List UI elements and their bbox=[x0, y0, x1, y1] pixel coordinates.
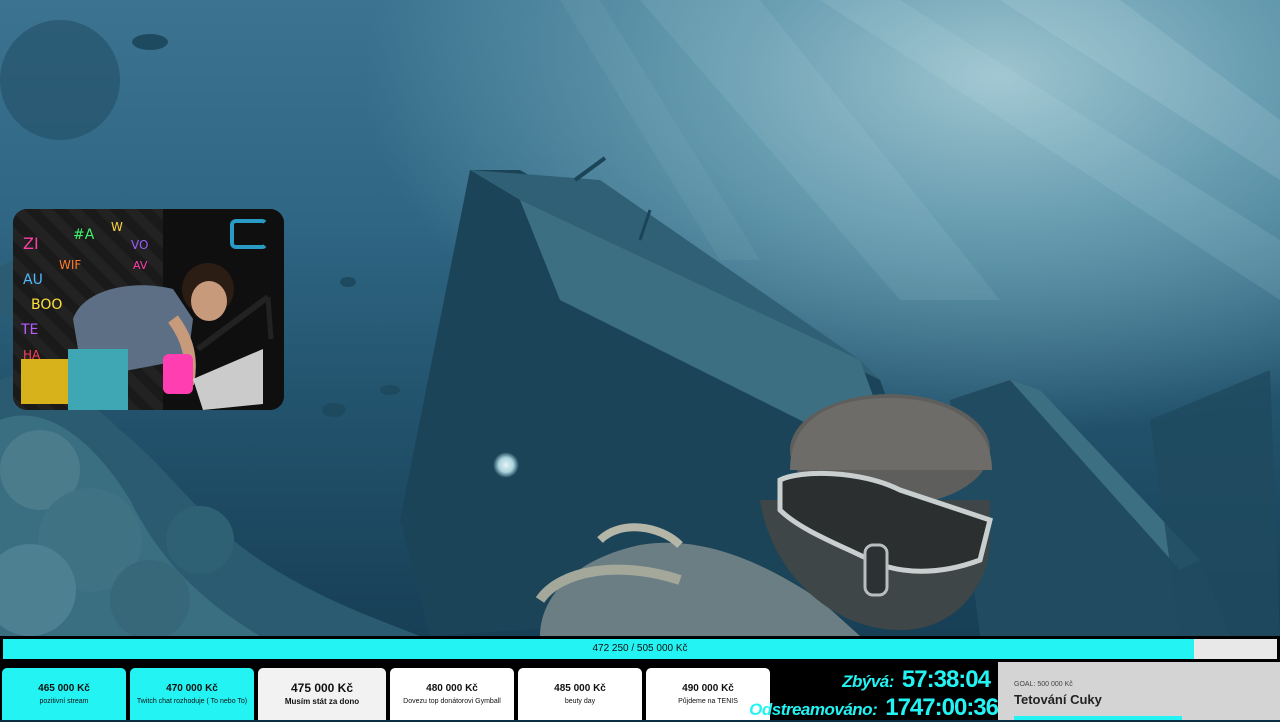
webcam-overlay: ZI #A W AU WIF BOO TE HA VO AV bbox=[13, 209, 284, 410]
progress-track: 472 250 / 505 000 Kč bbox=[3, 639, 1277, 659]
remaining-value: 57:38:04 bbox=[901, 666, 991, 693]
main-goal-box: GOAL: 500 000 Kč Tetování Cuky bbox=[998, 662, 1280, 720]
remaining-label: Zbývá: bbox=[842, 672, 894, 691]
goal-description: Musím stát za dono bbox=[284, 697, 360, 706]
progress-label: 472 250 / 505 000 Kč bbox=[592, 643, 688, 654]
goal-description: Půjdeme na TENIS bbox=[678, 698, 738, 705]
goal-card: 480 000 Kč Dovezu top donátorovi Gymball bbox=[390, 668, 514, 720]
goal-description: pozitivní stream bbox=[39, 698, 89, 705]
streamed-label: Odstreamováno: bbox=[749, 700, 878, 719]
bottom-info-strip: 465 000 Kč pozitivní stream 470 000 Kč T… bbox=[0, 662, 1280, 721]
main-goal-amount: GOAL: 500 000 Kč bbox=[1014, 681, 1073, 688]
goal-description: Twitch chat rozhoduje ( To nebo To) bbox=[136, 698, 248, 705]
streamed-value: 1747:00:36 bbox=[885, 694, 999, 721]
main-goal-bar bbox=[1014, 716, 1182, 720]
streamed-timer: Odstreamováno: 1747:00:36 bbox=[749, 694, 999, 721]
goal-card: 485 000 Kč beuty day bbox=[518, 668, 642, 720]
donation-progress-bar: 472 250 / 505 000 Kč bbox=[0, 636, 1280, 662]
goal-card-current: 475 000 Kč Musím stát za dono bbox=[258, 668, 386, 720]
goal-amount: 470 000 Kč bbox=[166, 683, 218, 694]
stream-timers: Zbývá: 57:38:04 Odstreamováno: 1747:00:36 bbox=[749, 664, 999, 721]
goal-amount: 465 000 Kč bbox=[38, 683, 90, 694]
goal-amount: 480 000 Kč bbox=[426, 683, 478, 694]
goal-amount: 490 000 Kč bbox=[682, 683, 734, 694]
goal-description: Dovezu top donátorovi Gymball bbox=[403, 698, 501, 705]
main-goal-title: Tetování Cuky bbox=[1014, 692, 1102, 707]
goal-amount: 485 000 Kč bbox=[554, 683, 606, 694]
remaining-timer: Zbývá: 57:38:04 bbox=[842, 666, 991, 693]
goal-amount: 475 000 Kč bbox=[290, 681, 354, 695]
channel-logo-icon bbox=[230, 219, 268, 249]
donation-goals-list: 465 000 Kč pozitivní stream 470 000 Kč T… bbox=[0, 668, 770, 720]
goal-card: 465 000 Kč pozitivní stream bbox=[2, 668, 126, 720]
goal-description: beuty day bbox=[564, 698, 596, 705]
goal-card: 470 000 Kč Twitch chat rozhoduje ( To ne… bbox=[130, 668, 254, 720]
